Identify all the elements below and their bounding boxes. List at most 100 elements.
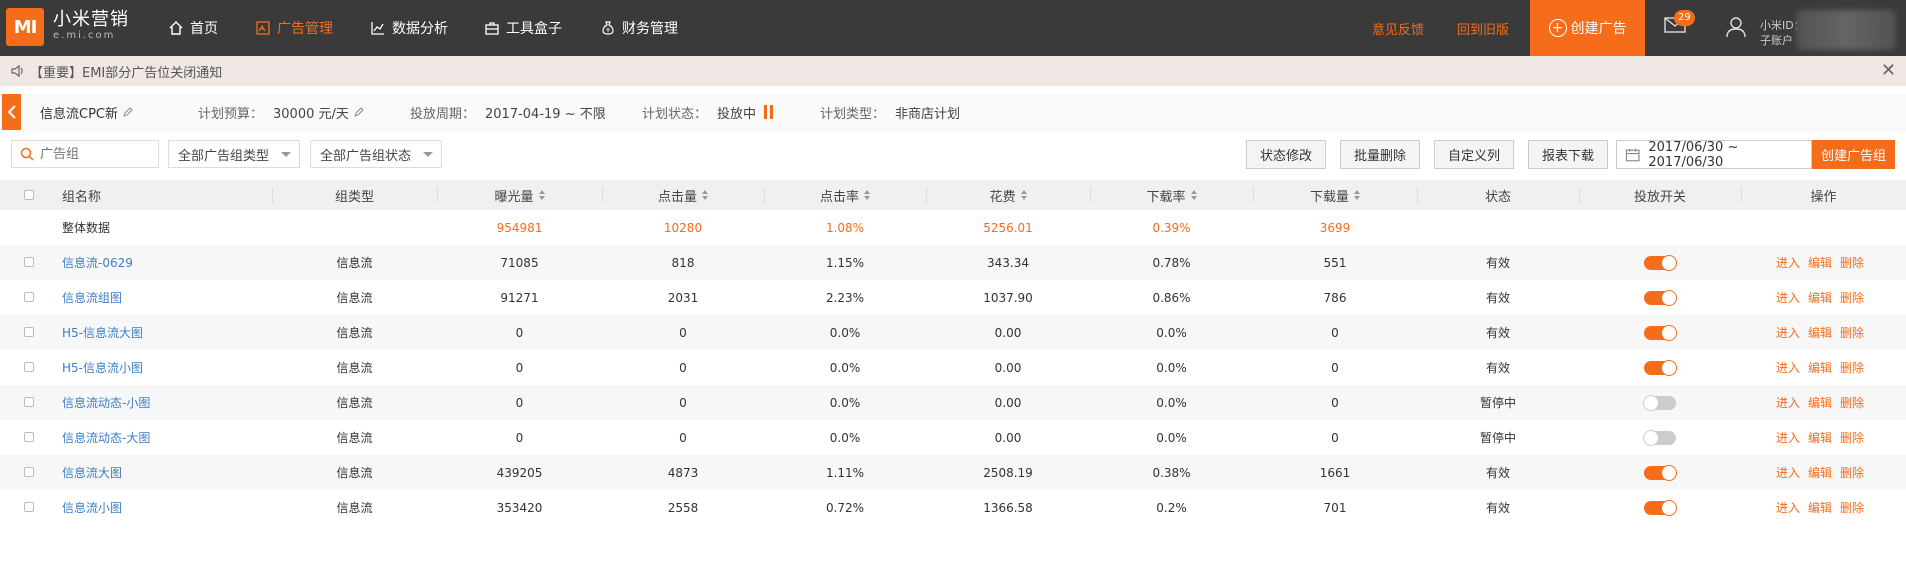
enter-link[interactable]: 进入 xyxy=(1776,394,1800,411)
chevron-down-icon xyxy=(281,152,291,157)
close-icon[interactable]: ✕ xyxy=(1881,62,1896,80)
delete-link[interactable]: 删除 xyxy=(1840,464,1864,481)
row-checkbox[interactable] xyxy=(24,397,34,407)
cell-group-name[interactable]: 信息流组图 xyxy=(62,280,122,315)
delete-link[interactable]: 删除 xyxy=(1840,394,1864,411)
header-download-rate[interactable]: 下载率 xyxy=(1090,180,1253,210)
group-status-select[interactable]: 全部广告组状态 xyxy=(310,140,442,168)
group-type-select[interactable]: 全部广告组类型 xyxy=(168,140,300,168)
header-impressions[interactable]: 曝光量 xyxy=(437,180,602,210)
table-header: 组名称 组类型 曝光量 点击量 点击率 花费 下载率 下载量 状态 投放开关 操… xyxy=(0,180,1906,210)
create-ad-group-button[interactable]: 创建广告组 xyxy=(1812,140,1895,169)
row-checkbox[interactable] xyxy=(24,362,34,372)
row-checkbox[interactable] xyxy=(24,432,34,442)
delivery-toggle[interactable] xyxy=(1644,324,1677,341)
cell-group-name[interactable]: H5-信息流大图 xyxy=(62,315,143,350)
edit-link[interactable]: 编辑 xyxy=(1808,324,1832,341)
edit-link[interactable]: 编辑 xyxy=(1808,499,1832,516)
notice-text[interactable]: 【重要】EMI部分广告位关闭通知 xyxy=(30,62,222,81)
enter-link[interactable]: 进入 xyxy=(1776,499,1800,516)
type-value: 非商店计划 xyxy=(895,106,961,122)
search-input[interactable] xyxy=(40,146,150,162)
delete-link[interactable]: 删除 xyxy=(1840,499,1864,516)
pause-icon[interactable] xyxy=(764,105,774,119)
chevron-down-icon xyxy=(423,152,433,157)
header-clicks[interactable]: 点击量 xyxy=(602,180,764,210)
enter-link[interactable]: 进入 xyxy=(1776,289,1800,306)
row-checkbox[interactable] xyxy=(24,257,34,267)
cell-group-name[interactable]: H5-信息流小图 xyxy=(62,350,143,385)
nav-item-finance[interactable]: ¥ 财务管理 xyxy=(600,0,678,56)
cell-status: 有效 xyxy=(1485,291,1510,305)
nav-item-ad-management[interactable]: 广告管理 xyxy=(255,0,333,56)
enter-link[interactable]: 进入 xyxy=(1776,359,1800,376)
header-ctr[interactable]: 点击率 xyxy=(764,180,926,210)
delete-link[interactable]: 删除 xyxy=(1840,289,1864,306)
cell-group-name[interactable]: 信息流动态-大图 xyxy=(62,420,150,455)
cell-group-name[interactable]: 信息流动态-小图 xyxy=(62,385,150,420)
user-icon[interactable] xyxy=(1726,16,1746,38)
delivery-toggle[interactable] xyxy=(1644,359,1677,376)
cell-downloads: 0 xyxy=(1331,360,1339,375)
summary-download-rate: 0.39% xyxy=(1152,220,1191,235)
enter-link[interactable]: 进入 xyxy=(1776,324,1800,341)
cell-operations: 进入 编辑 删除 xyxy=(1776,385,1872,420)
search-box[interactable] xyxy=(11,140,159,168)
toolbox-icon xyxy=(485,22,499,35)
delivery-toggle[interactable] xyxy=(1644,289,1677,306)
feedback-link[interactable]: 意见反馈 xyxy=(1372,0,1424,56)
enter-link[interactable]: 进入 xyxy=(1776,254,1800,271)
edit-pencil-icon[interactable] xyxy=(122,106,134,118)
select-all-checkbox[interactable] xyxy=(24,190,34,200)
row-checkbox[interactable] xyxy=(24,502,34,512)
edit-pencil-icon[interactable] xyxy=(353,106,365,118)
cell-operations: 进入 编辑 删除 xyxy=(1776,490,1872,525)
back-button[interactable] xyxy=(2,94,21,130)
cell-ctr: 0.0% xyxy=(829,395,861,410)
toggle-knob xyxy=(1643,429,1659,446)
edit-link[interactable]: 编辑 xyxy=(1808,394,1832,411)
delete-link[interactable]: 删除 xyxy=(1840,254,1864,271)
money-bag-icon: ¥ xyxy=(602,21,614,35)
batch-delete-button[interactable]: 批量删除 xyxy=(1340,140,1420,169)
old-version-link[interactable]: 回到旧版 xyxy=(1457,0,1509,56)
edit-link[interactable]: 编辑 xyxy=(1808,254,1832,271)
custom-columns-button[interactable]: 自定义列 xyxy=(1434,140,1514,169)
table-row: 信息流小图 信息流 353420 2558 0.72% 1366.58 0.2% 701 有效 进… xyxy=(0,490,1906,525)
delivery-toggle[interactable] xyxy=(1644,499,1677,516)
mi-logo[interactable]: MI xyxy=(6,8,44,46)
edit-link[interactable]: 编辑 xyxy=(1808,289,1832,306)
delivery-toggle[interactable] xyxy=(1644,464,1677,481)
nav-item-toolbox[interactable]: 工具盒子 xyxy=(484,0,562,56)
header-cost[interactable]: 花费 xyxy=(926,180,1090,210)
edit-link[interactable]: 编辑 xyxy=(1808,429,1832,446)
group-status-value: 全部广告组状态 xyxy=(320,148,412,164)
cell-group-name[interactable]: 信息流大图 xyxy=(62,455,122,490)
delete-link[interactable]: 删除 xyxy=(1840,324,1864,341)
header-clicks-label: 点击量 xyxy=(657,189,697,205)
status-modify-button[interactable]: 状态修改 xyxy=(1246,140,1326,169)
create-ad-button[interactable]: + 创建广告 xyxy=(1530,0,1645,56)
enter-link[interactable]: 进入 xyxy=(1776,429,1800,446)
enter-link[interactable]: 进入 xyxy=(1776,464,1800,481)
cell-switch xyxy=(1579,420,1741,455)
delete-link[interactable]: 删除 xyxy=(1840,429,1864,446)
edit-link[interactable]: 编辑 xyxy=(1808,359,1832,376)
cell-impressions: 353420 xyxy=(496,500,543,515)
nav-item-home[interactable]: 首页 xyxy=(168,0,218,56)
cell-group-name[interactable]: 信息流-0629 xyxy=(62,245,133,280)
delivery-toggle[interactable] xyxy=(1644,254,1677,271)
edit-link[interactable]: 编辑 xyxy=(1808,464,1832,481)
date-range-picker[interactable]: 2017/06/30 ~ 2017/06/30 xyxy=(1616,140,1812,170)
header-downloads[interactable]: 下载量 xyxy=(1253,180,1417,210)
row-checkbox[interactable] xyxy=(24,292,34,302)
report-download-button[interactable]: 报表下载 xyxy=(1528,140,1608,169)
search-icon xyxy=(20,147,34,161)
cell-group-name[interactable]: 信息流小图 xyxy=(62,490,122,525)
row-checkbox[interactable] xyxy=(24,467,34,477)
delete-link[interactable]: 删除 xyxy=(1840,359,1864,376)
row-checkbox[interactable] xyxy=(24,327,34,337)
nav-item-data-analysis[interactable]: 数据分析 xyxy=(370,0,448,56)
delivery-toggle[interactable] xyxy=(1643,429,1676,446)
delivery-toggle[interactable] xyxy=(1643,394,1676,411)
